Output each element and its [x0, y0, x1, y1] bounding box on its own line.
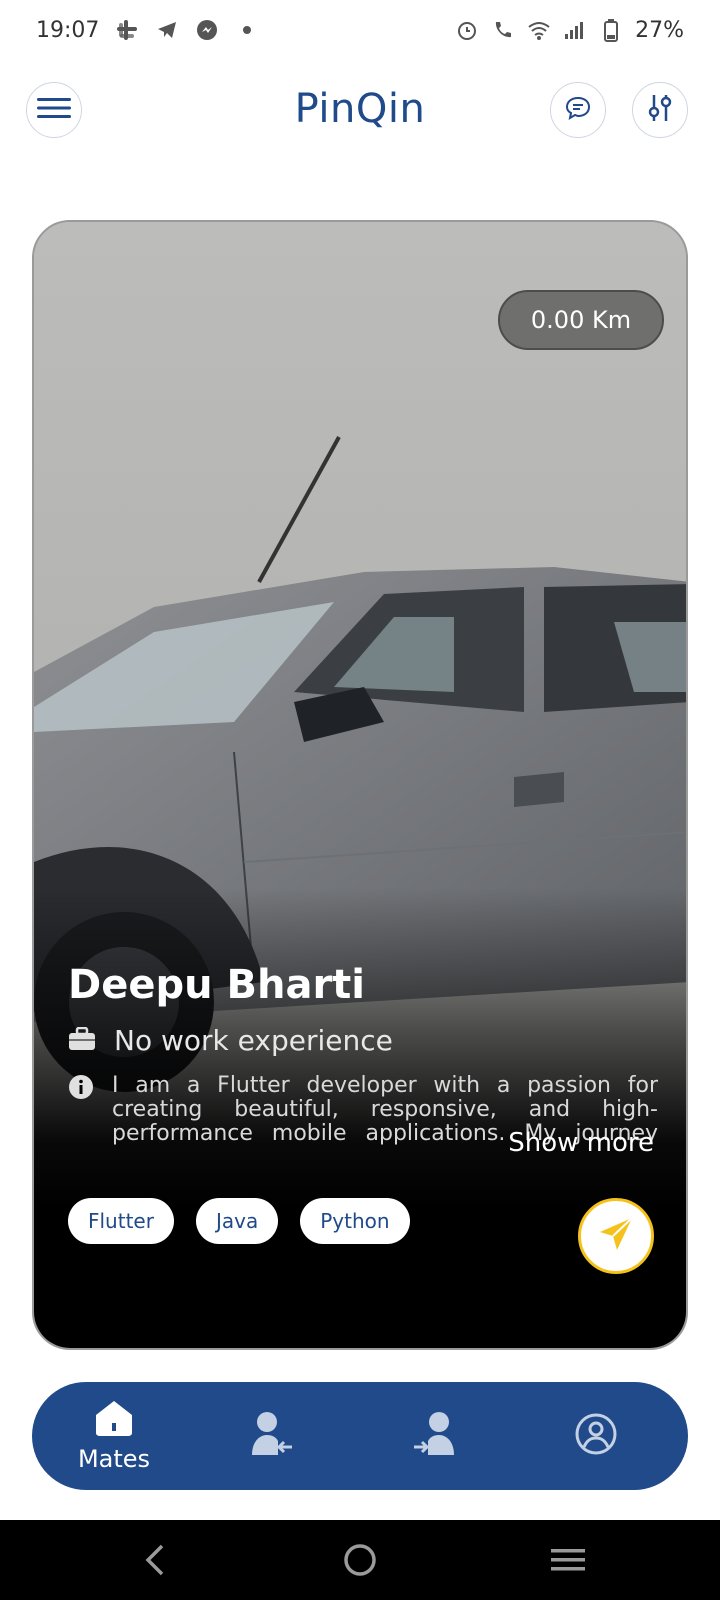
signal-icon [563, 18, 587, 42]
battery-level: 27% [635, 17, 684, 43]
nav-item-profile[interactable] [566, 1382, 626, 1490]
paper-plane-icon [596, 1214, 636, 1258]
wifi-call-icon [491, 18, 515, 42]
battery-icon [599, 18, 623, 42]
skill-tag: Python [300, 1198, 410, 1244]
app-bar: PinQin [0, 80, 720, 144]
profile-name: Deepu Bharti [68, 962, 366, 1008]
alarm-icon [455, 18, 479, 42]
app-title: PinQin [294, 86, 426, 132]
work-experience-text: No work experience [114, 1024, 393, 1057]
profile-card[interactable]: 0.00 Km Deepu Bharti No work experience … [32, 220, 688, 1350]
recents-lines-icon[interactable] [548, 1540, 588, 1580]
dot-icon [235, 18, 259, 42]
slack-icon [115, 18, 139, 42]
home-circle-icon[interactable] [340, 1540, 380, 1580]
user-incoming-icon [250, 1411, 294, 1461]
nav-label-mates: Mates [77, 1445, 151, 1473]
chat-bubble-icon [565, 95, 591, 125]
system-navigation-bar [0, 1520, 720, 1600]
send-request-button[interactable] [578, 1198, 654, 1274]
skill-tag: Java [195, 1198, 279, 1244]
nav-item-requests-received[interactable] [242, 1382, 302, 1490]
user-outgoing-icon [412, 1411, 456, 1461]
messenger-icon [195, 18, 219, 42]
back-chevron-icon[interactable] [134, 1540, 174, 1580]
briefcase-icon [68, 1026, 96, 1055]
distance-badge: 0.00 Km [498, 290, 664, 350]
status-time: 19:07 [36, 17, 100, 43]
profile-circle-icon [574, 1412, 618, 1460]
sliders-filter-icon [647, 93, 673, 127]
nav-item-mates[interactable]: Mates [70, 1382, 158, 1490]
skill-tags: Flutter Java Python [68, 1198, 410, 1244]
wifi-icon [527, 18, 551, 42]
telegram-icon [155, 18, 179, 42]
filter-button[interactable] [632, 82, 688, 138]
status-bar: 19:07 27% [0, 0, 720, 60]
nav-item-requests-sent[interactable] [404, 1382, 464, 1490]
info-icon [68, 1074, 94, 1146]
skill-tag: Flutter [68, 1198, 174, 1244]
bottom-navigation: Mates [32, 1382, 688, 1490]
work-row: No work experience [68, 1024, 393, 1057]
home-icon [94, 1399, 134, 1441]
show-more-link[interactable]: Show more [508, 1128, 654, 1158]
chat-button[interactable] [550, 82, 606, 138]
